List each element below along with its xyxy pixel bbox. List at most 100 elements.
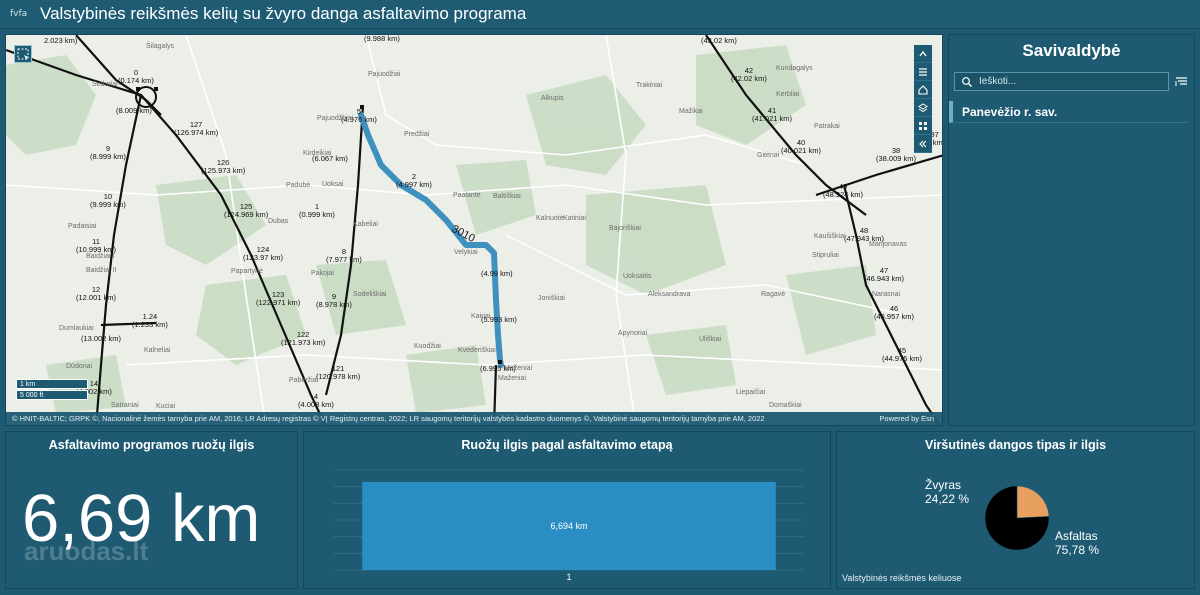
- right-road-km-label: (43.02 km): [701, 36, 737, 45]
- pie-chart: [984, 485, 1050, 551]
- place-name: Joniškiai: [538, 295, 565, 302]
- layers-button[interactable]: [914, 99, 932, 117]
- place-name: Kalneliai: [144, 347, 171, 354]
- main-road-km-label: 127 (126.974 km): [174, 120, 219, 137]
- route-km-label: (4.99 km): [481, 269, 513, 278]
- attribution-text: © HNIT-BALTIC; GRPK ©, Nacionalinė žemės…: [12, 414, 765, 423]
- list-icon: [919, 67, 927, 76]
- place-name: Kabeliai: [353, 221, 378, 228]
- right-road-km-label: 45 (44.975 km): [882, 346, 923, 363]
- layers-icon: [918, 102, 928, 112]
- place-name: Stipruliai: [812, 252, 839, 259]
- filter-options-button[interactable]: [1175, 75, 1189, 89]
- place-name: Kirdeikiai: [303, 150, 332, 157]
- right-road-km-label: 49 (48.924 km): [823, 182, 864, 199]
- place-name: Pajuodžbiai: [317, 115, 354, 122]
- municipality-panel-title: Savivaldybė: [1022, 41, 1121, 60]
- map-view[interactable]: 3010 5 (4.976 km) 2 (4.997 km) (4.99 km) (…: [5, 34, 943, 426]
- page-title: Valstybinės reikšmės kelių su žvyro dang…: [40, 4, 527, 23]
- place-name: Dūdonai: [66, 363, 93, 370]
- collapse-up-button[interactable]: [914, 45, 932, 63]
- main-road-km-label: 123 (122.971 km): [256, 290, 301, 307]
- place-name: Paberžiai: [289, 377, 319, 384]
- main-road-km-label: 121 (120.978 km): [316, 364, 361, 381]
- place-name: Predžiai: [404, 131, 430, 138]
- place-name: Padaisiai: [68, 223, 97, 230]
- place-name: Padubė: [286, 182, 311, 189]
- bar-data-label: 6,694 km: [550, 521, 587, 531]
- pie-label-gravel: Žvyras 24,22 %: [925, 478, 970, 506]
- route-km-label: 2 (4.997 km): [396, 172, 432, 189]
- left-road-km-label: 10 (9.999 km): [90, 192, 126, 209]
- home-icon: [918, 84, 928, 95]
- collapse-panel-button[interactable]: [914, 135, 932, 153]
- bar-chart-panel: Ruožų ilgis pagal asfaltavimo etapą 6,69…: [303, 431, 831, 589]
- place-name: Patrakai: [814, 123, 840, 130]
- left-road-km-label: 12 (12.001 km): [76, 285, 117, 302]
- place-name: Baidžiai II: [86, 267, 117, 274]
- left-road-km-label: 1.24 (1.233 km): [132, 312, 168, 329]
- left-road-km-label: (8.009 km): [116, 106, 152, 115]
- right-road-km-label: 46 (45.957 km): [874, 304, 915, 321]
- main-road-km-label: 122 (121.973 km): [281, 330, 326, 347]
- map-canvas[interactable]: [6, 35, 943, 426]
- header-bar: fvfa Valstybinės reikšmės kelių su žvyro…: [0, 0, 1200, 29]
- place-name: Marijonavas: [869, 241, 907, 248]
- place-name: Mažikai: [679, 108, 703, 115]
- watermark-text: aruodas.lt: [24, 536, 149, 566]
- place-name: Sodeliškiai: [353, 291, 387, 298]
- left-road-km-label: 9 (8.999 km): [90, 144, 126, 161]
- place-name: Maženiai: [498, 375, 527, 382]
- place-name: Trakiniai: [636, 82, 663, 89]
- indicator-title: Asfaltavimo programos ruožų ilgis: [48, 438, 255, 452]
- pie-chart-title: Viršutinės dangos tipas ir ilgis: [924, 438, 1107, 452]
- bar-chart: 6,694 km 1: [334, 469, 804, 582]
- mid-road-km-label: 1 (0.999 km): [299, 202, 335, 219]
- left-road-km-label: 2.023 km): [44, 36, 78, 45]
- place-name: Uoksaitis: [623, 273, 652, 280]
- x-tick-label: 1: [566, 572, 571, 582]
- legend-button[interactable]: [914, 63, 932, 81]
- home-button[interactable]: [914, 81, 932, 99]
- search-input[interactable]: Ieškoti...: [954, 72, 1169, 91]
- right-road-km-label: 47 (46.943 km): [864, 266, 905, 283]
- left-road-km-label: 0 (0.174 km): [118, 68, 154, 85]
- place-name: Šeduriai: [92, 81, 118, 88]
- mid-road-km-label: 4 (4.008 km): [298, 392, 334, 409]
- place-name: Baidžiai I: [86, 253, 115, 260]
- basemap-gallery-button[interactable]: [914, 117, 932, 135]
- chevron-up-icon: [919, 50, 927, 56]
- place-name: Papartynė: [231, 268, 263, 275]
- place-name: Narasnai: [872, 291, 901, 298]
- map-attribution: © HNIT-BALTIC; GRPK ©, Nacionalinė žemės…: [6, 412, 942, 425]
- place-name: Liepaičiai: [736, 389, 766, 396]
- search-placeholder: Ieškoti...: [979, 76, 1017, 87]
- mid-road-km-label: (9.988 km): [364, 34, 400, 43]
- place-name: Apynoriai: [618, 330, 648, 337]
- pie-footer-note: Valstybinės reikšmės keliuose: [842, 573, 962, 583]
- right-road-km-label: 40 (40.021 km): [781, 138, 822, 155]
- pie-label-asphalt: Asfaltas 75,78 %: [1055, 529, 1100, 557]
- double-chevron-left-icon: [919, 140, 927, 147]
- place-name: Kuciai: [156, 403, 176, 410]
- main-road-km-label: 126 (125.973 km): [201, 158, 246, 175]
- select-rectangle-icon: [17, 48, 29, 60]
- select-tool-button[interactable]: [14, 45, 32, 63]
- list-item-municipality[interactable]: Panevėžio r. sav.: [949, 101, 1189, 123]
- indicator-panel: Asfaltavimo programos ruožų ilgis 6,69 k…: [5, 431, 298, 589]
- left-road-km-label: 11 (10.999 km): [76, 237, 117, 254]
- place-name: Alkupis: [541, 95, 564, 102]
- filter-list-icon: [1175, 77, 1187, 86]
- grid-icon: [919, 121, 927, 130]
- place-name: Satraniai: [111, 402, 139, 409]
- powered-by-esri-link[interactable]: Powered by Esri: [879, 412, 934, 425]
- place-name: Bajoriškiai: [609, 225, 641, 232]
- place-name: Kuodžiai: [414, 343, 441, 350]
- place-name: Baltiškiai: [493, 193, 521, 200]
- place-name: Kvederiškiai: [458, 347, 496, 354]
- place-name: Kundagalys: [776, 65, 813, 72]
- place-name: Dumlaukiai: [59, 325, 94, 332]
- place-name: Uoksai: [322, 181, 344, 188]
- app-logo: fvfa: [10, 9, 28, 19]
- main-road-km-label: 124 (123.97 km): [243, 245, 284, 262]
